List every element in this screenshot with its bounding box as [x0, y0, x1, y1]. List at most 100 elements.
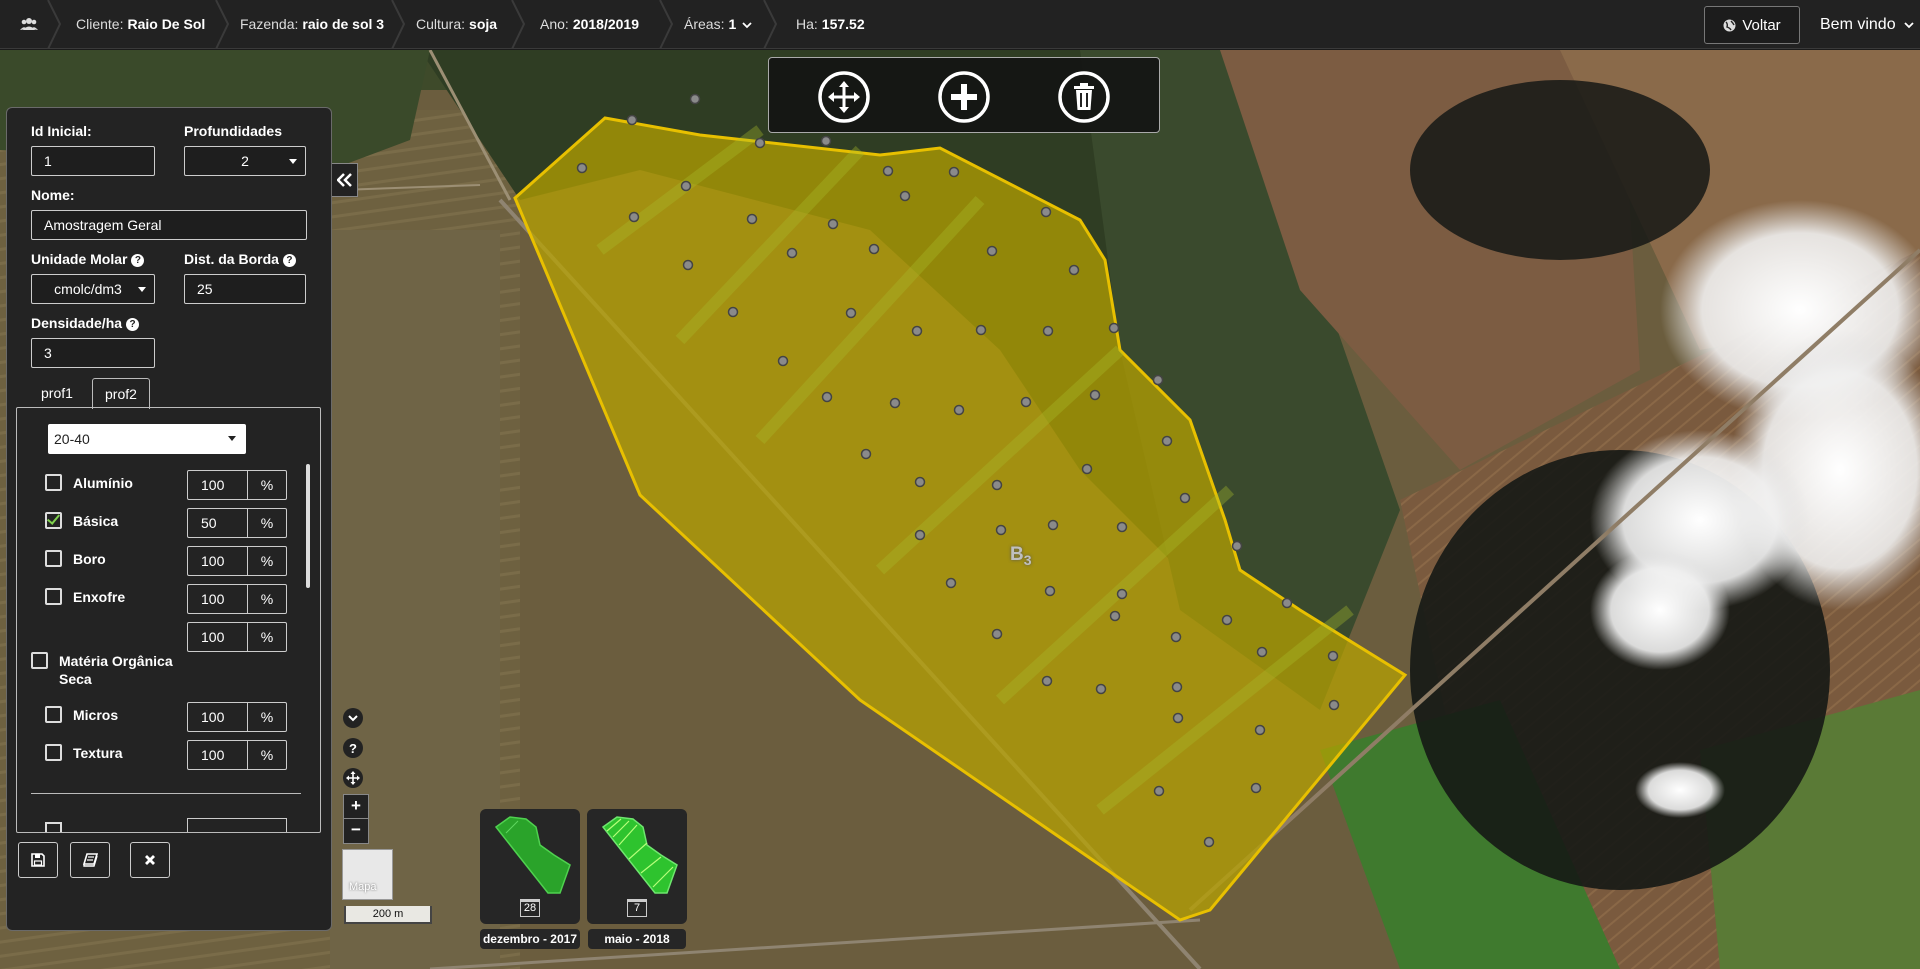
breadcrumb-cliente[interactable]: Cliente: Raio De Sol [76, 0, 205, 49]
sample-point[interactable] [680, 180, 692, 192]
profundidades-select[interactable]: 2 [184, 146, 306, 176]
sample-point[interactable] [911, 325, 923, 337]
trash-icon[interactable] [1057, 70, 1111, 124]
breadcrumb-ano[interactable]: Ano: 2018/2019 [540, 0, 639, 49]
sample-point[interactable] [1256, 646, 1268, 658]
breadcrumb-cultura[interactable]: Cultura: soja [416, 0, 497, 49]
unidade-molar-select[interactable]: cmolc/dm3 [31, 274, 155, 304]
sample-point[interactable] [1081, 463, 1093, 475]
help-icon[interactable]: ? [282, 254, 296, 267]
sample-point[interactable] [1172, 712, 1184, 724]
base-map-toggle[interactable]: Mapa [342, 849, 393, 900]
checkbox-boro[interactable] [45, 550, 62, 567]
sample-point[interactable] [820, 135, 832, 147]
sample-point[interactable] [945, 577, 957, 589]
sample-point[interactable] [975, 324, 987, 336]
zoom-in-button[interactable]: + [344, 795, 368, 819]
sample-point[interactable] [986, 245, 998, 257]
sample-point[interactable] [889, 397, 901, 409]
sample-point[interactable] [1250, 782, 1262, 794]
sample-point[interactable] [1328, 699, 1340, 711]
enxofre-percent-input[interactable]: 100% [187, 584, 287, 614]
nome-input[interactable]: Amostragem Geral [31, 210, 307, 240]
sample-point[interactable] [727, 306, 739, 318]
sample-point[interactable] [626, 114, 638, 126]
pan-button[interactable] [343, 768, 363, 788]
dist-borda-input[interactable]: 25 [184, 274, 306, 304]
collapse-panel-button[interactable] [331, 163, 358, 197]
sample-point[interactable] [1041, 675, 1053, 687]
sample-point[interactable] [991, 479, 1003, 491]
voltar-button[interactable]: Voltar [1704, 6, 1800, 44]
sample-point[interactable] [914, 529, 926, 541]
sample-point[interactable] [1116, 521, 1128, 533]
sample-point[interactable] [868, 243, 880, 255]
scrollbar-thumb[interactable] [306, 464, 310, 588]
sample-point[interactable] [1116, 588, 1128, 600]
breadcrumb-fazenda[interactable]: Fazenda: raio de sol 3 [240, 0, 384, 49]
imagery-thumb-2[interactable]: 7 [587, 809, 687, 924]
zoom-out-button[interactable]: − [344, 819, 368, 843]
depth-range-select[interactable]: 20-40 [48, 424, 246, 454]
aluminio-percent-input[interactable]: 100% [187, 470, 287, 500]
sample-point[interactable] [860, 448, 872, 460]
sample-point[interactable] [1231, 540, 1243, 552]
sample-point[interactable] [991, 628, 1003, 640]
percent-value[interactable]: 100 [188, 585, 248, 613]
sample-point[interactable] [1153, 785, 1165, 797]
densidade-input[interactable]: 3 [31, 338, 155, 368]
sample-point[interactable] [1047, 519, 1059, 531]
sample-point[interactable] [995, 524, 1007, 536]
sample-point[interactable] [754, 137, 766, 149]
breadcrumb-areas[interactable]: Áreas: 1 [684, 0, 752, 49]
checkbox-aluminio[interactable] [45, 474, 62, 491]
tab-prof1[interactable]: prof1 [29, 378, 85, 408]
close-button[interactable] [130, 842, 170, 878]
users-icon[interactable] [20, 0, 38, 49]
sample-point[interactable] [1095, 683, 1107, 695]
sample-point[interactable] [1089, 389, 1101, 401]
layers-toggle-button[interactable] [343, 708, 363, 728]
sample-point[interactable] [689, 93, 701, 105]
sample-point[interactable] [1327, 650, 1339, 662]
tab-prof2[interactable]: prof2 [92, 378, 150, 409]
sample-point[interactable] [1109, 610, 1121, 622]
sample-point[interactable] [882, 165, 894, 177]
sample-point[interactable] [1281, 597, 1293, 609]
sample-point[interactable] [682, 259, 694, 271]
sample-point[interactable] [1203, 836, 1215, 848]
sample-point[interactable] [628, 211, 640, 223]
book-button[interactable] [70, 842, 110, 878]
checkbox-basica[interactable] [45, 511, 62, 529]
sample-point[interactable] [1152, 374, 1164, 386]
sample-point[interactable] [899, 190, 911, 202]
sample-point[interactable] [1171, 681, 1183, 693]
percent-value[interactable]: 100 [188, 741, 248, 769]
sample-point[interactable] [786, 247, 798, 259]
percent-value[interactable]: 50 [188, 509, 248, 537]
checkbox-micros[interactable] [45, 706, 62, 723]
checkbox-materia-organica-seca[interactable] [31, 652, 48, 669]
percent-value[interactable]: 100 [188, 471, 248, 499]
sample-point[interactable] [821, 391, 833, 403]
sample-point[interactable] [1068, 264, 1080, 276]
save-button[interactable] [18, 842, 58, 878]
percent-value[interactable]: 100 [188, 547, 248, 575]
sample-point[interactable] [1020, 396, 1032, 408]
checkbox-enxofre[interactable] [45, 588, 62, 605]
boro-percent-input[interactable]: 100% [187, 546, 287, 576]
imagery-thumb-1[interactable]: 28 [480, 809, 580, 924]
percent-value[interactable]: 100 [188, 623, 248, 651]
sample-point[interactable] [777, 355, 789, 367]
sample-point[interactable] [1042, 325, 1054, 337]
sample-point[interactable] [1108, 322, 1120, 334]
micros-percent-input[interactable]: 100% [187, 702, 287, 732]
sample-point[interactable] [1040, 206, 1052, 218]
sample-point[interactable] [953, 404, 965, 416]
sample-point[interactable] [1179, 492, 1191, 504]
percent-value[interactable]: 100 [188, 703, 248, 731]
sample-point[interactable] [1254, 724, 1266, 736]
sample-point[interactable] [914, 476, 926, 488]
help-icon[interactable]: ? [131, 254, 145, 267]
help-button[interactable]: ? [343, 738, 363, 758]
